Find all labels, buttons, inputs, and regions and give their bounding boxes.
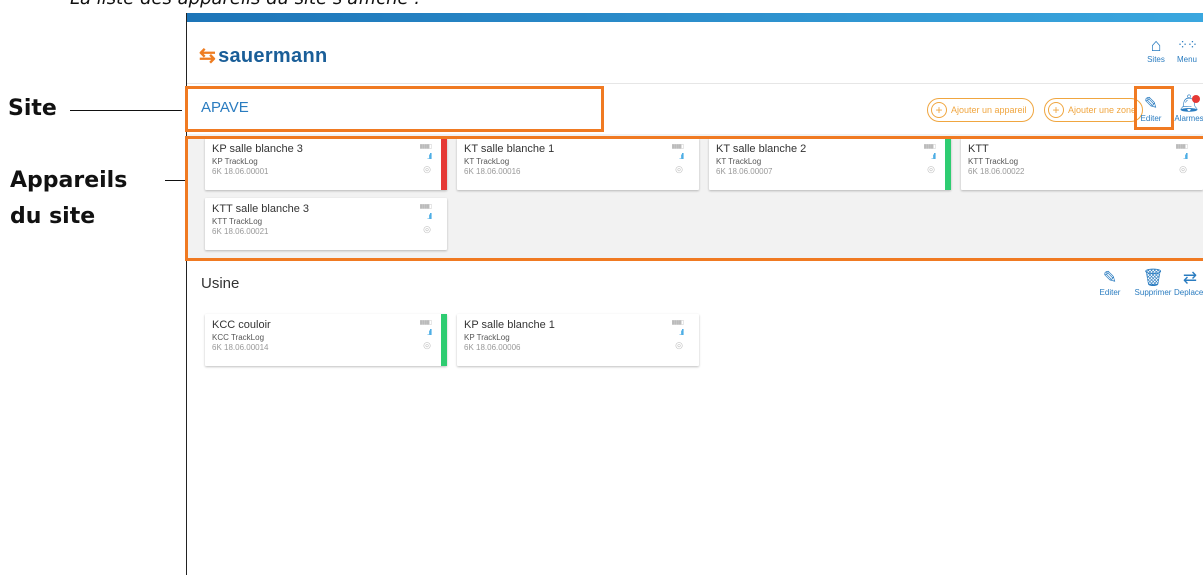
add-device-button[interactable]: + Ajouter un appareil: [927, 98, 1034, 122]
eye-icon: ◎: [423, 340, 431, 350]
grid-icon: ⁘⁘: [1177, 37, 1198, 52]
annotation-devices-line2: du site: [10, 204, 96, 229]
device-serial: 6K 18.06.00014: [212, 343, 269, 352]
alarm-badge: [1192, 95, 1200, 103]
annotation-devices-line1: Appareils: [10, 168, 128, 193]
header-divider: [187, 83, 1203, 84]
highlight-site-name: [185, 86, 604, 132]
device-model: KP TrackLog: [464, 333, 510, 342]
signal-icon: .ıll: [679, 328, 684, 337]
device-serial: 6K 18.06.00006: [464, 343, 521, 352]
device-card[interactable]: KP salle blanche 1 KP TrackLog 6K 18.06.…: [457, 314, 699, 366]
logo-mark-icon: ⇆: [199, 45, 217, 67]
plus-circle-icon: +: [931, 102, 947, 118]
annotation-line-devices: [165, 180, 187, 181]
eye-icon: ◎: [675, 340, 683, 350]
plus-circle-icon: +: [1048, 102, 1064, 118]
pencil-icon: ✎: [1102, 268, 1118, 287]
add-zone-label: Ajouter une zone: [1068, 105, 1137, 115]
home-icon: ⌂: [1150, 35, 1162, 55]
sites-label: Sites: [1147, 55, 1165, 64]
edit-zone-label: Editer: [1099, 288, 1121, 297]
annotation-site: Site: [8, 96, 57, 121]
logo-text: sauermann: [218, 45, 328, 67]
page-caption: La liste des appareils du site s'affiche…: [70, 0, 420, 9]
annotation-line-site: [70, 110, 182, 111]
menu-label: Menu: [1176, 55, 1197, 64]
device-model: KCC TrackLog: [212, 333, 265, 342]
swap-icon: ⇄: [1182, 268, 1198, 287]
annotation-devices: Appareils du site: [10, 163, 127, 235]
zone-devices-panel: KCC couloir KCC TrackLog 6K 18.06.00014 …: [187, 307, 1203, 371]
add-device-label: Ajouter un appareil: [951, 105, 1027, 115]
move-zone-label: Deplacer: [1173, 288, 1203, 297]
highlight-site-devices: [185, 136, 1203, 261]
top-color-bar: [187, 13, 1203, 22]
status-indicator: [441, 314, 447, 366]
zone-title: Usine: [201, 275, 240, 292]
add-zone-button[interactable]: + Ajouter une zone: [1044, 98, 1144, 122]
signal-icon: .ıll: [427, 328, 432, 337]
move-zone-button[interactable]: ⇄ Deplacer: [1170, 268, 1203, 297]
menu-button[interactable]: ⁘⁘ Menu: [1170, 35, 1203, 64]
sauermann-logo: ⇆ sauermann: [199, 43, 327, 68]
battery-icon: ▮▮▮▮▯: [419, 320, 431, 326]
battery-icon: ▮▮▮▮▯: [671, 320, 683, 326]
device-name: KCC couloir: [212, 319, 271, 331]
edit-zone-button[interactable]: ✎ Editer: [1092, 268, 1128, 297]
sites-button[interactable]: ⌂ Sites: [1139, 35, 1173, 64]
highlight-edit-button: [1134, 86, 1174, 130]
alarms-label: Alarmes: [1174, 114, 1203, 123]
device-name: KP salle blanche 1: [464, 319, 555, 331]
device-card[interactable]: KCC couloir KCC TrackLog 6K 18.06.00014 …: [205, 314, 447, 366]
